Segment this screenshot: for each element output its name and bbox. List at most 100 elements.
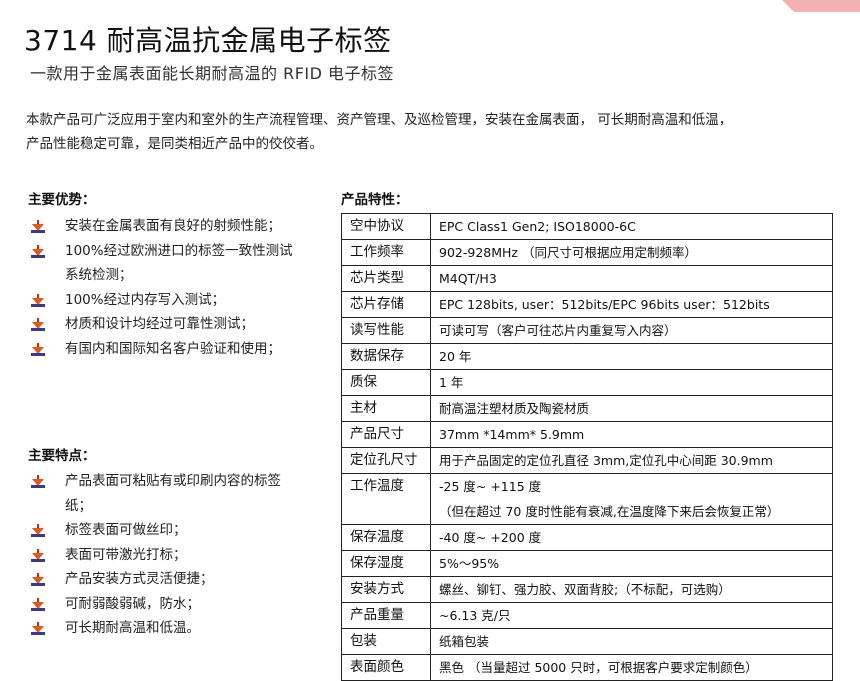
spec-value: EPC 128bits, user：512bits/EPC 96bits use…	[439, 297, 770, 312]
bullet-arrow-icon	[31, 220, 45, 233]
spec-key: 空中协议	[341, 213, 431, 240]
spec-key: 定位孔尺寸	[341, 447, 431, 474]
list-item-text: 100%经过内存写入测试；	[65, 291, 226, 308]
spec-key: 数据保存	[341, 343, 431, 370]
bullet-arrow-icon	[31, 293, 45, 307]
spec-row: 主材 耐高温注塑材质及陶瓷材质	[341, 395, 833, 422]
spec-value: 用于产品固定的定位孔直径 3mm,定位孔中心间距 30.9mm	[439, 453, 773, 468]
bullet-arrow-icon	[31, 548, 45, 562]
spec-row: 包装 纸箱包装	[341, 628, 833, 655]
spec-key: 保存湿度	[341, 550, 431, 577]
advantages-heading: 主要优势：	[28, 192, 96, 208]
list-item: 可耐弱酸弱碱，防水；	[28, 592, 298, 617]
spec-value: -40 度~ +200 度	[439, 530, 542, 545]
spec-row: 保存温度 -40 度~ +200 度	[341, 524, 833, 551]
list-item: 100%经过欧洲进口的标签一致性测试系统检测；	[28, 239, 298, 288]
list-item: 100%经过内存写入测试；	[28, 288, 298, 313]
spec-row: 质保 1 年	[341, 369, 833, 396]
intro-line: 本款产品可广泛应用于室内和室外的生产流程管理、资产管理、及巡检管理，安装在金属表…	[26, 112, 733, 128]
spec-row: 保存湿度 5%～95%	[341, 550, 833, 577]
intro-line: 产品性能稳定可靠，是同类相近产品中的佼佼者。	[26, 136, 323, 152]
spec-key: 产品尺寸	[341, 421, 431, 448]
spec-value: EPC Class1 Gen2; ISO18000-6C	[439, 219, 636, 234]
spec-value-cell: 用于产品固定的定位孔直径 3mm,定位孔中心间距 30.9mm	[430, 447, 833, 474]
list-item: 标签表面可做丝印；	[28, 518, 298, 543]
bullet-arrow-icon	[31, 318, 45, 331]
spec-value: 纸箱包装	[439, 634, 490, 649]
features-heading: 主要特点：	[28, 448, 96, 464]
spec-value-cell: 耐高温注塑材质及陶瓷材质	[430, 395, 833, 422]
spec-value-cell: 5%～95%	[430, 550, 833, 577]
spec-value-cell: 黑色 （当量超过 5000 只时，可根据客户要求定制颜色）	[430, 654, 833, 681]
spec-value: 5%～95%	[439, 556, 500, 571]
spec-key: 安装方式	[341, 576, 431, 603]
spec-value: 1 年	[439, 375, 464, 390]
spec-value: 20 年	[439, 349, 472, 364]
list-item-text: 标签表面可做丝印；	[65, 522, 187, 538]
spec-value-cell: -25 度~ +115 度 （但在超过 70 度时性能有衰减,在温度降下来后会恢复…	[430, 473, 833, 525]
list-item-text: 可耐弱酸弱碱，防水；	[65, 595, 200, 612]
spec-key: 包装	[341, 628, 431, 655]
spec-row: 数据保存 20 年	[341, 343, 833, 370]
list-item-text: 材质和设计均经过可靠性测试；	[65, 316, 254, 332]
list-item: 表面可带激光打标；	[28, 543, 298, 568]
spec-key: 主材	[341, 395, 431, 422]
spec-value-cell: 20 年	[430, 343, 833, 370]
spec-value-cell: ~6.13 克/只	[430, 602, 833, 629]
spec-key: 产品重量	[341, 602, 431, 629]
spec-row: 定位孔尺寸 用于产品固定的定位孔直径 3mm,定位孔中心间距 30.9mm	[341, 447, 833, 474]
spec-note: （但在超过 70 度时性能有衰减,在温度降下来后会恢复正常）	[439, 504, 780, 519]
list-item-text: 表面可带激光打标；	[65, 546, 187, 563]
spec-key: 工作温度	[341, 473, 431, 525]
bullet-arrow-icon	[31, 524, 45, 537]
corner-decoration	[782, 0, 860, 12]
spec-value: ~6.13 克/只	[439, 608, 511, 623]
spec-row: 安装方式 螺丝、铆钉、强力胶、双面背胶;（不标配，可选购）	[341, 576, 833, 603]
spec-value-cell: EPC 128bits, user：512bits/EPC 96bits use…	[430, 291, 833, 318]
spec-row: 读写性能 可读可写（客户可往芯片内重复写入内容）	[341, 317, 833, 344]
spec-value-cell: 37mm *14mm* 5.9mm	[430, 421, 833, 448]
advantages-list: 安装在金属表面有良好的射频性能； 100%经过欧洲进口的标签一致性测试系统检测； 1…	[28, 214, 298, 361]
spec-row: 芯片类型 M4QT/H3	[341, 265, 833, 292]
spec-value-cell: M4QT/H3	[430, 265, 833, 292]
spec-value-cell: 螺丝、铆钉、强力胶、双面背胶;（不标配，可选购）	[430, 576, 833, 603]
spec-value: M4QT/H3	[439, 271, 497, 286]
list-item: 产品表面可粘贴有或印刷内容的标签纸；	[28, 469, 298, 518]
list-item: 产品安装方式灵活便捷；	[28, 567, 298, 592]
list-item-text: 产品表面可粘贴有或印刷内容的标签纸；	[65, 473, 281, 514]
bullet-arrow-icon	[31, 597, 45, 611]
bullet-arrow-icon	[31, 342, 45, 356]
list-item-text: 有国内和国际知名客户验证和使用；	[65, 340, 281, 357]
spec-row: 空中协议 EPC Class1 Gen2; ISO18000-6C	[341, 213, 833, 240]
list-item: 材质和设计均经过可靠性测试；	[28, 312, 298, 337]
spec-row: 产品尺寸 37mm *14mm* 5.9mm	[341, 421, 833, 448]
list-item: 可长期耐高温和低温。	[28, 616, 298, 641]
spec-value-cell: -40 度~ +200 度	[430, 524, 833, 551]
specs-heading: 产品特性：	[341, 192, 409, 208]
bullet-arrow-icon	[31, 475, 45, 488]
spec-value-cell: 902-928MHz （同尺寸可根据应用定制频率）	[430, 239, 833, 266]
spec-key: 工作频率	[341, 239, 431, 266]
spec-value-cell: EPC Class1 Gen2; ISO18000-6C	[430, 213, 833, 240]
page-title: 3714 耐高温抗金属电子标签	[24, 24, 392, 57]
bullet-arrow-icon	[31, 244, 45, 258]
page-subtitle: 一款用于金属表面能长期耐高温的 RFID 电子标签	[30, 64, 395, 83]
spec-row: 工作温度 -25 度~ +115 度 （但在超过 70 度时性能有衰减,在温度降下来…	[341, 473, 833, 525]
bullet-arrow-icon	[31, 622, 45, 635]
spec-key: 保存温度	[341, 524, 431, 551]
spec-value-cell: 可读可写（客户可往芯片内重复写入内容）	[430, 317, 833, 344]
features-list: 产品表面可粘贴有或印刷内容的标签纸； 标签表面可做丝印； 表面可带激光打标； 产品安装…	[28, 469, 298, 641]
spec-row: 芯片存储 EPC 128bits, user：512bits/EPC 96bits…	[341, 291, 833, 318]
spec-key: 质保	[341, 369, 431, 396]
spec-value: 902-928MHz （同尺寸可根据应用定制频率）	[439, 245, 697, 260]
list-item: 有国内和国际知名客户验证和使用；	[28, 337, 298, 362]
spec-row: 表面颜色 黑色 （当量超过 5000 只时，可根据客户要求定制颜色）	[341, 654, 833, 681]
spec-value: 37mm *14mm* 5.9mm	[439, 427, 585, 442]
spec-key: 表面颜色	[341, 654, 431, 681]
spec-value: 耐高温注塑材质及陶瓷材质	[439, 401, 590, 416]
spec-value: 可读可写（客户可往芯片内重复写入内容）	[439, 323, 677, 338]
spec-value: -25 度~ +115 度	[439, 479, 542, 494]
list-item-text: 可长期耐高温和低温。	[65, 620, 200, 636]
list-item: 安装在金属表面有良好的射频性能；	[28, 214, 298, 239]
spec-value-cell: 纸箱包装	[430, 628, 833, 655]
